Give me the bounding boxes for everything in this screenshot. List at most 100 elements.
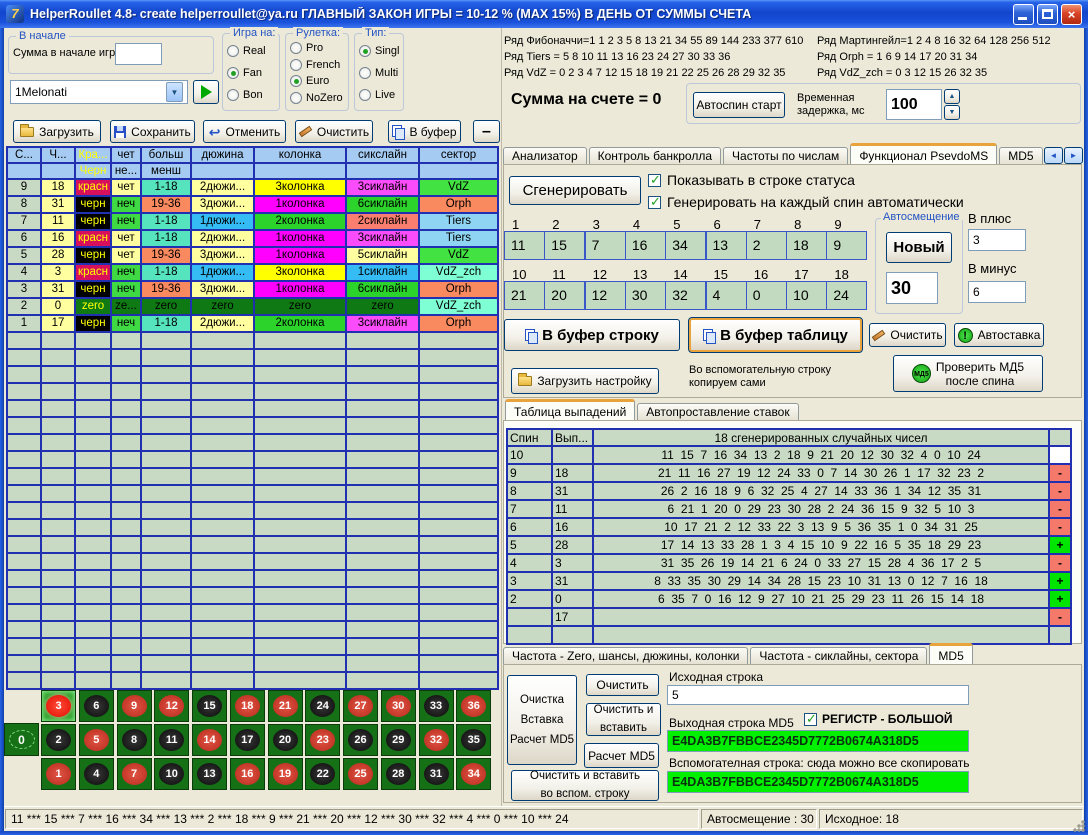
spin-cell[interactable]: 31: [553, 573, 594, 591]
history-cell[interactable]: [347, 554, 420, 571]
history-cell[interactable]: 6: [8, 231, 42, 248]
history-cell[interactable]: [192, 469, 255, 486]
history-cell[interactable]: [192, 588, 255, 605]
spin-cell[interactable]: 6: [508, 519, 553, 537]
radio-option-french[interactable]: French: [290, 58, 344, 72]
history-cell[interactable]: [255, 452, 347, 469]
history-cell[interactable]: [112, 435, 142, 452]
radio-icon[interactable]: [290, 59, 302, 71]
autospin-button[interactable]: Автоспин старт: [693, 92, 785, 118]
roulette-cell-3[interactable]: 3: [41, 690, 76, 722]
history-cell[interactable]: 31: [42, 197, 76, 214]
spin-cell[interactable]: 9: [508, 465, 553, 483]
history-cell[interactable]: [42, 367, 76, 384]
history-cell[interactable]: [42, 605, 76, 622]
roulette-cell-23[interactable]: 23: [305, 724, 340, 756]
history-cell[interactable]: [76, 605, 112, 622]
gen-value-cell[interactable]: 13: [706, 231, 747, 260]
history-cell[interactable]: [255, 350, 347, 367]
history-cell[interactable]: [8, 333, 42, 350]
history-cell[interactable]: [420, 384, 499, 401]
radio-icon[interactable]: [290, 75, 302, 87]
spin-cell[interactable]: 7: [508, 501, 553, 519]
history-cell[interactable]: [192, 350, 255, 367]
spin-tab-1[interactable]: Автопроставление ставок: [637, 403, 798, 421]
history-cell[interactable]: 19-36: [142, 197, 192, 214]
history-cell[interactable]: 3дюжи...: [192, 248, 255, 265]
checkbox-auto-generate[interactable]: ✓ Генерировать на каждый спин автоматиче…: [648, 194, 964, 210]
history-cell[interactable]: 3колонка: [255, 265, 347, 282]
radio-option-real[interactable]: Real: [227, 44, 275, 58]
radio-option-multi[interactable]: Multi: [359, 66, 399, 80]
roulette-cell-5[interactable]: 5: [79, 724, 114, 756]
close-button[interactable]: ×: [1061, 4, 1082, 25]
history-cell[interactable]: [112, 554, 142, 571]
history-cell[interactable]: 1-18: [142, 316, 192, 333]
history-cell[interactable]: [42, 622, 76, 639]
history-cell[interactable]: 1-18: [142, 231, 192, 248]
roulette-cell-4[interactable]: 4: [79, 758, 114, 790]
history-cell[interactable]: [8, 554, 42, 571]
history-cell[interactable]: [112, 401, 142, 418]
history-cell[interactable]: чет: [112, 248, 142, 265]
history-cell[interactable]: [420, 367, 499, 384]
history-cell[interactable]: [142, 486, 192, 503]
history-cell[interactable]: [76, 333, 112, 350]
history-cell[interactable]: [42, 452, 76, 469]
history-cell[interactable]: [42, 333, 76, 350]
history-cell[interactable]: [192, 605, 255, 622]
roulette-cell-30[interactable]: 30: [381, 690, 416, 722]
roulette-cell-28[interactable]: 28: [381, 758, 416, 790]
history-cell[interactable]: [420, 435, 499, 452]
history-cell[interactable]: 1: [8, 316, 42, 333]
spin-cell[interactable]: 10: [508, 447, 553, 465]
history-cell[interactable]: [112, 503, 142, 520]
history-cell[interactable]: чет: [112, 180, 142, 197]
history-cell[interactable]: 16: [42, 231, 76, 248]
history-cell[interactable]: [112, 384, 142, 401]
history-cell[interactable]: [112, 469, 142, 486]
history-cell[interactable]: 19-36: [142, 282, 192, 299]
history-cell[interactable]: 1-18: [142, 180, 192, 197]
history-cell[interactable]: [76, 639, 112, 656]
history-cell[interactable]: [255, 367, 347, 384]
checkbox-show-status[interactable]: ✓ Показывать в строке статуса: [648, 172, 855, 188]
history-cell[interactable]: [142, 469, 192, 486]
history-cell[interactable]: [42, 520, 76, 537]
history-cell[interactable]: 1дюжи...: [192, 214, 255, 231]
check-md5-button[interactable]: МД5 Проверить МД5после спина: [893, 355, 1043, 392]
history-cell[interactable]: [255, 571, 347, 588]
history-cell[interactable]: [347, 520, 420, 537]
history-cell[interactable]: [192, 571, 255, 588]
history-cell[interactable]: [420, 520, 499, 537]
history-cell[interactable]: zero: [347, 299, 420, 316]
history-cell[interactable]: 1колонка: [255, 197, 347, 214]
history-cell[interactable]: [42, 418, 76, 435]
history-cell[interactable]: 19-36: [142, 248, 192, 265]
history-cell[interactable]: [347, 333, 420, 350]
history-cell[interactable]: [347, 401, 420, 418]
spin-cell[interactable]: 26 2 16 18 9 6 32 25 4 27 14 33 36 1 34 …: [594, 483, 1050, 501]
history-cell[interactable]: [76, 537, 112, 554]
radio-option-live[interactable]: Live: [359, 88, 399, 102]
history-cell[interactable]: [420, 639, 499, 656]
gen-value-cell[interactable]: 4: [706, 281, 747, 310]
autobet-button[interactable]: !Автоставка: [954, 323, 1044, 347]
delay-input[interactable]: [886, 89, 942, 120]
history-cell[interactable]: 0: [42, 299, 76, 316]
gen-value-cell[interactable]: 30: [625, 281, 666, 310]
history-cell[interactable]: 2дюжи...: [192, 180, 255, 197]
radio-icon[interactable]: [227, 67, 239, 79]
history-cell[interactable]: [347, 656, 420, 673]
roulette-cell-21[interactable]: 21: [268, 690, 303, 722]
history-cell[interactable]: неч: [112, 197, 142, 214]
spin-cell[interactable]: +: [1050, 537, 1072, 555]
history-cell[interactable]: [42, 571, 76, 588]
history-cell[interactable]: [255, 333, 347, 350]
history-cell[interactable]: [255, 469, 347, 486]
history-cell[interactable]: [255, 656, 347, 673]
history-cell[interactable]: [142, 452, 192, 469]
history-cell[interactable]: черн: [76, 282, 112, 299]
history-cell[interactable]: 1-18: [142, 214, 192, 231]
spin-cell[interactable]: -: [1050, 501, 1072, 519]
